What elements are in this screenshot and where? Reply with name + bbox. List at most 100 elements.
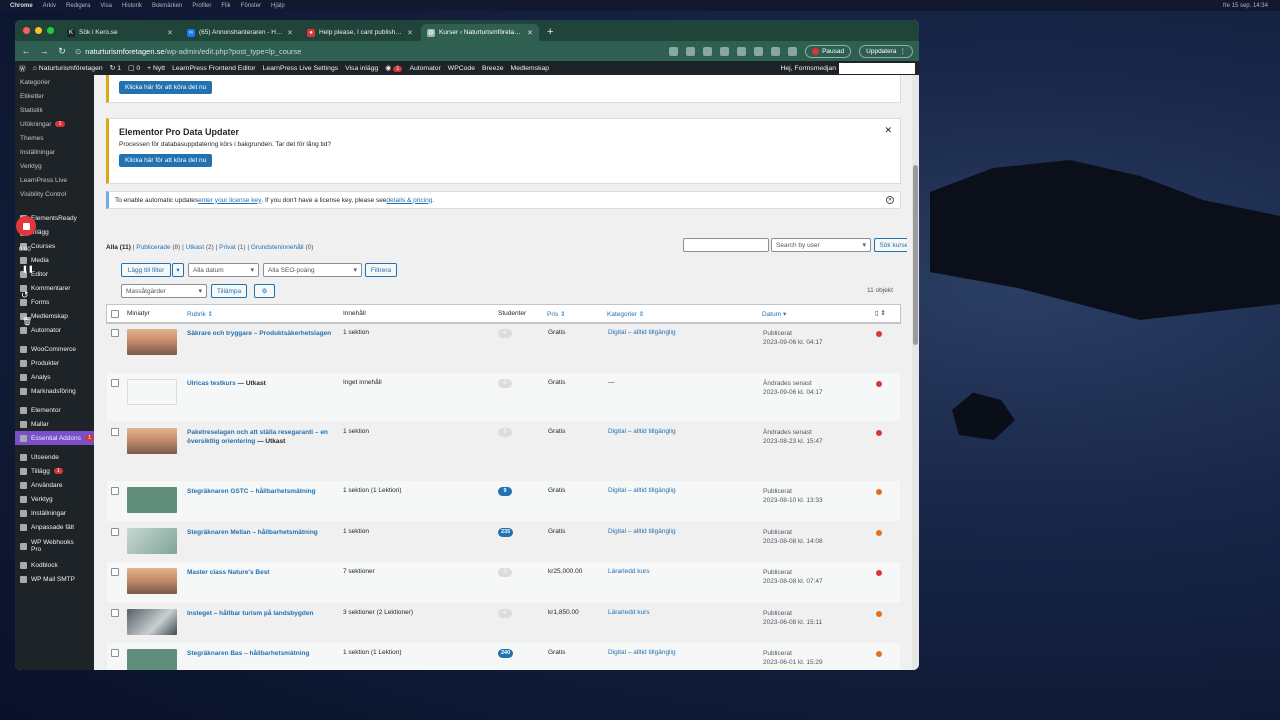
run-now-button[interactable]: Klicka här för att köra det nu <box>119 81 213 94</box>
mac-menu-item[interactable]: Historik <box>122 3 142 9</box>
sidebar-item[interactable]: WP Mail SMTP <box>15 572 94 586</box>
bulk-actions-select[interactable]: Massåtgärder <box>121 284 207 298</box>
mac-menu-item[interactable]: Chrome <box>10 3 33 9</box>
details-pricing-link[interactable]: details & pricing <box>386 197 432 204</box>
sidebar-item[interactable]: Användare <box>15 478 94 492</box>
close-window-button[interactable] <box>23 27 30 34</box>
account-menu[interactable]: Hej, Formsmedjan <box>780 62 915 74</box>
wordpress-logo-icon[interactable]: Ⓦ <box>19 63 26 73</box>
course-title-link[interactable]: Stegräknaren Mellan – hållbarhetsmätning <box>187 528 335 537</box>
browser-tab[interactable]: ∞ (65) Annonshanteraren - Ham ✕ <box>181 24 299 41</box>
course-category[interactable]: Digital – alltid tillgänglig <box>608 528 676 535</box>
add-filter-dropdown[interactable]: ▾ <box>172 263 184 277</box>
filter-all[interactable]: Alla (11) <box>106 244 131 251</box>
date-filter-select[interactable]: Alla datum <box>188 263 259 277</box>
scrollbar[interactable] <box>912 75 919 670</box>
browser-tab[interactable]: K Sök i Kero.se ✕ <box>61 24 179 41</box>
column-title-sort[interactable]: Rubrik ⇕ <box>187 310 213 318</box>
sidepanel-icon[interactable] <box>788 46 798 56</box>
browser-tab[interactable]: ● Help please, I cant publish co ✕ <box>301 24 419 41</box>
sidebar-subitem[interactable]: Verktyg <box>15 159 94 173</box>
sidebar-item[interactable]: Marknadsföring <box>15 384 94 398</box>
course-thumbnail[interactable] <box>127 609 177 635</box>
sidebar-item[interactable]: Utseende <box>15 450 94 464</box>
pause-icon[interactable]: ❚❚ <box>22 265 34 273</box>
restart-icon[interactable]: ↺ <box>21 290 29 301</box>
course-thumbnail[interactable] <box>127 329 177 355</box>
sidebar-item[interactable]: Elementor <box>15 403 94 417</box>
row-checkbox[interactable] <box>111 329 119 337</box>
sidebar-subitem[interactable]: Statistik <box>15 103 94 117</box>
course-thumbnail[interactable] <box>127 528 177 554</box>
close-icon[interactable]: ✕ <box>884 125 892 136</box>
mac-menu-item[interactable]: Redigera <box>66 3 90 9</box>
filter-private[interactable]: Privat <box>219 244 236 251</box>
reload-icon[interactable]: ↻ <box>57 46 67 57</box>
course-title-link[interactable]: Master class Nature's Best <box>187 568 335 577</box>
course-category[interactable]: Digital – alltid tillgänglig <box>608 649 676 656</box>
puzzle-icon[interactable] <box>771 46 781 56</box>
column-price-sort[interactable]: Pris ⇕ <box>547 310 565 318</box>
adminbar-item[interactable]: WPCode <box>448 65 475 72</box>
site-name-link[interactable]: ⌂ Naturturismföretagen <box>33 65 103 72</box>
address-bar[interactable]: ⊙ naturturismforetagen.se/wp-admin/edit.… <box>75 44 661 58</box>
notifications-link[interactable]: ◉ 1 <box>385 64 403 72</box>
mac-menu-item[interactable]: Fönster <box>241 3 261 9</box>
mac-menu-item[interactable]: Bokmärken <box>152 3 182 9</box>
row-checkbox[interactable] <box>111 609 119 617</box>
back-icon[interactable]: ← <box>21 46 31 56</box>
row-checkbox[interactable] <box>111 487 119 495</box>
row-checkbox[interactable] <box>111 379 119 387</box>
mac-menu-item[interactable]: Flik <box>221 3 230 9</box>
settings-gear-button[interactable]: ⚙ <box>254 284 275 298</box>
course-title-link[interactable]: Paketreselagen och att ställa resegarant… <box>187 428 335 446</box>
adminbar-item[interactable]: Medlemskap <box>511 65 550 72</box>
row-checkbox[interactable] <box>111 568 119 576</box>
select-all-checkbox[interactable] <box>111 310 119 318</box>
course-thumbnail[interactable] <box>127 649 177 670</box>
extension-icon[interactable] <box>720 46 730 56</box>
course-category[interactable]: Lärarledd kurs <box>608 568 650 575</box>
sidebar-subitem[interactable]: Visibility Control <box>15 187 94 201</box>
filter-published[interactable]: Publicerade <box>136 244 170 251</box>
extension-icon[interactable] <box>754 46 764 56</box>
course-category[interactable]: Digital – alltid tillgänglig <box>608 487 676 494</box>
search-courses-button[interactable]: Sök kurser <box>874 238 907 252</box>
search-by-user-select[interactable]: Search by user <box>771 238 871 252</box>
trash-icon[interactable]: 🗑 <box>22 317 32 326</box>
maximize-window-button[interactable] <box>47 27 54 34</box>
updates-link[interactable]: ↻ 1 <box>110 64 121 72</box>
sidebar-subitem[interactable]: LearnPress Live <box>15 173 94 187</box>
close-tab-icon[interactable]: ✕ <box>527 29 533 37</box>
row-checkbox[interactable] <box>111 428 119 436</box>
close-tab-icon[interactable]: ✕ <box>167 29 173 37</box>
comments-link[interactable]: ▢ 0 <box>128 64 140 72</box>
row-checkbox[interactable] <box>111 649 119 657</box>
profile-paused-button[interactable]: Pausad <box>805 44 852 58</box>
sidebar-subitem[interactable]: Themes <box>15 131 94 145</box>
new-content-link[interactable]: + Nytt <box>147 65 165 72</box>
sidebar-item[interactable]: Essential Addons 1 <box>15 431 94 445</box>
minimize-window-button[interactable] <box>35 27 42 34</box>
course-title-link[interactable]: Ulricas testkurs — Utkast <box>187 379 335 388</box>
course-title-link[interactable]: Stegräknaren Bas – hållbarhetsmätning <box>187 649 335 658</box>
sidebar-item[interactable]: WooCommerce <box>15 342 94 356</box>
sidebar-item[interactable]: Analys <box>15 370 94 384</box>
adminbar-item[interactable]: Breeze <box>482 65 504 72</box>
dismiss-icon[interactable]: ✕ <box>886 196 894 204</box>
mac-menu-item[interactable]: Hjälp <box>271 3 285 9</box>
sidebar-item[interactable]: Verktyg <box>15 492 94 506</box>
sidebar-item[interactable]: Tillägg 1 <box>15 464 94 478</box>
extension-icon[interactable] <box>737 46 747 56</box>
row-checkbox[interactable] <box>111 528 119 536</box>
adminbar-item[interactable]: LearnPress Frontend Editor <box>172 65 256 72</box>
sidebar-subitem[interactable]: Inställningar <box>15 145 94 159</box>
browser-tab[interactable]: ◍ Kurser ‹ Naturturismföretagen ✕ <box>421 24 539 41</box>
sidebar-item[interactable]: WP Webhooks Pro <box>15 534 94 558</box>
course-thumbnail[interactable] <box>127 379 177 405</box>
column-date-sort[interactable]: Datum ▾ <box>762 310 786 318</box>
add-filter-button[interactable]: Lägg till filter <box>121 263 171 277</box>
sidebar-item[interactable]: Inställningar <box>15 506 94 520</box>
site-info-icon[interactable]: ⊙ <box>75 47 81 56</box>
extension-icon[interactable] <box>669 46 679 56</box>
